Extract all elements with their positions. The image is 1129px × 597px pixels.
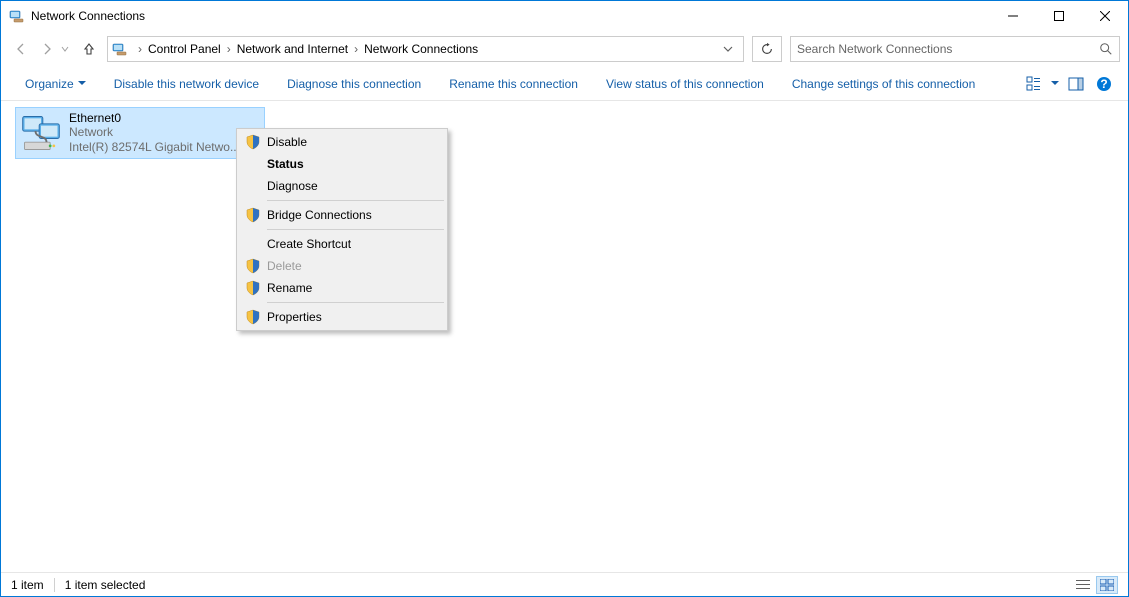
ctx-status[interactable]: Status xyxy=(239,153,445,175)
address-dropdown[interactable] xyxy=(723,44,743,54)
disable-device-button[interactable]: Disable this network device xyxy=(100,71,273,97)
network-app-icon xyxy=(9,8,25,24)
search-input[interactable]: Search Network Connections xyxy=(790,36,1120,62)
up-button[interactable] xyxy=(77,37,101,61)
connection-device: Intel(R) 82574L Gigabit Netwo... xyxy=(69,140,240,155)
menu-separator xyxy=(267,200,444,201)
refresh-button[interactable] xyxy=(752,36,782,62)
menu-separator xyxy=(267,302,444,303)
tiles-view-button[interactable] xyxy=(1096,576,1118,594)
connection-status: Network xyxy=(69,125,240,140)
navigation-row: › Control Panel › Network and Internet ›… xyxy=(1,31,1128,67)
location-icon xyxy=(112,41,128,57)
content-area: Ethernet0 Network Intel(R) 82574L Gigabi… xyxy=(1,101,1128,572)
shield-icon xyxy=(245,280,261,296)
chevron-down-icon xyxy=(78,80,86,88)
chevron-right-icon: › xyxy=(223,42,235,56)
svg-text:?: ? xyxy=(1100,77,1107,91)
back-button[interactable] xyxy=(9,37,33,61)
connection-name: Ethernet0 xyxy=(69,111,240,125)
close-button[interactable] xyxy=(1082,1,1128,31)
ctx-disable[interactable]: Disable xyxy=(239,131,445,153)
change-settings-button[interactable]: Change settings of this connection xyxy=(778,71,989,97)
ctx-rename[interactable]: Rename xyxy=(239,277,445,299)
diagnose-button[interactable]: Diagnose this connection xyxy=(273,71,435,97)
organize-menu[interactable]: Organize xyxy=(11,71,100,97)
search-icon xyxy=(1099,42,1113,56)
maximize-button[interactable] xyxy=(1036,1,1082,31)
ctx-bridge[interactable]: Bridge Connections xyxy=(239,204,445,226)
window-title: Network Connections xyxy=(31,9,990,23)
separator xyxy=(54,578,55,592)
chevron-right-icon: › xyxy=(350,42,362,56)
title-bar: Network Connections xyxy=(1,1,1128,31)
selection-count: 1 item selected xyxy=(65,578,146,592)
command-bar: Organize Disable this network device Dia… xyxy=(1,67,1128,101)
minimize-button[interactable] xyxy=(990,1,1036,31)
ctx-delete: Delete xyxy=(239,255,445,277)
shield-icon xyxy=(245,309,261,325)
ctx-create-shortcut[interactable]: Create Shortcut xyxy=(239,233,445,255)
ctx-diagnose[interactable]: Diagnose xyxy=(239,175,445,197)
chevron-right-icon: › xyxy=(134,42,146,56)
context-menu: Disable Status Diagnose Bridge Connectio… xyxy=(236,128,448,331)
status-bar: 1 item 1 item selected xyxy=(1,572,1128,596)
network-adapter-icon xyxy=(19,111,63,155)
view-options-dropdown[interactable] xyxy=(1048,70,1062,98)
breadcrumb-control-panel[interactable]: Control Panel xyxy=(146,42,223,56)
shield-icon xyxy=(245,207,261,223)
shield-icon xyxy=(245,258,261,274)
item-count: 1 item xyxy=(11,578,44,592)
details-view-button[interactable] xyxy=(1072,576,1094,594)
connection-item-ethernet0[interactable]: Ethernet0 Network Intel(R) 82574L Gigabi… xyxy=(15,107,265,159)
view-options-button[interactable] xyxy=(1020,70,1048,98)
breadcrumb-network-connections[interactable]: Network Connections xyxy=(362,42,480,56)
shield-icon xyxy=(245,134,261,150)
breadcrumb-network-and-internet[interactable]: Network and Internet xyxy=(235,42,350,56)
preview-pane-button[interactable] xyxy=(1062,70,1090,98)
rename-button[interactable]: Rename this connection xyxy=(435,71,592,97)
address-bar[interactable]: › Control Panel › Network and Internet ›… xyxy=(107,36,744,62)
history-dropdown[interactable] xyxy=(61,45,75,53)
search-placeholder: Search Network Connections xyxy=(797,42,952,56)
forward-button[interactable] xyxy=(35,37,59,61)
window-controls xyxy=(990,1,1128,31)
help-button[interactable]: ? xyxy=(1090,70,1118,98)
view-status-button[interactable]: View status of this connection xyxy=(592,71,778,97)
menu-separator xyxy=(267,229,444,230)
ctx-properties[interactable]: Properties xyxy=(239,306,445,328)
